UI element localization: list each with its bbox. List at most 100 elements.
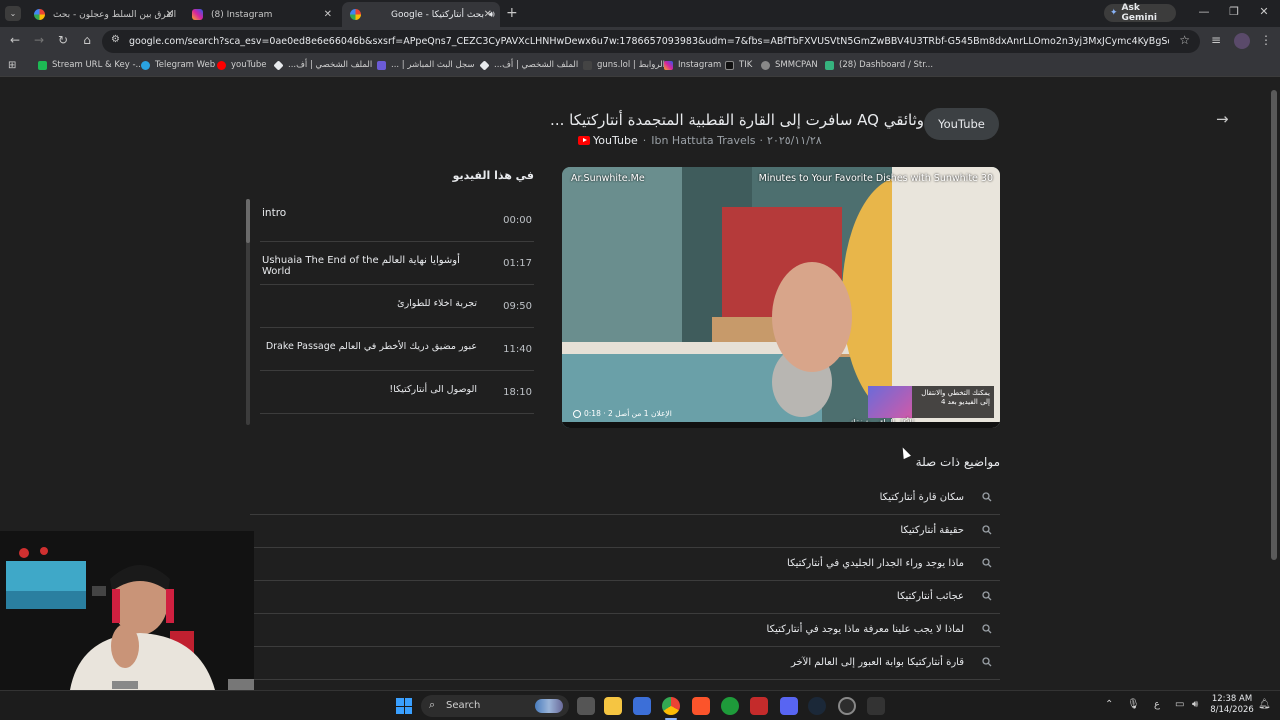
bookmark-10[interactable]: (28) Dashboard / Str... xyxy=(825,60,933,70)
discord-icon[interactable] xyxy=(780,697,798,715)
notification-bell-icon[interactable]: 🔔︎ xyxy=(1258,699,1271,710)
search-icon xyxy=(982,657,992,667)
bookmark-7[interactable]: Instagram xyxy=(664,60,721,70)
forward-icon[interactable]: → xyxy=(31,33,47,47)
reload-icon[interactable]: ↻ xyxy=(55,33,71,47)
chapter-item[interactable]: intro 00:00 xyxy=(260,199,534,242)
related-text: لماذا لا يجب علينا معرفة ماذا يوجد في أن… xyxy=(766,624,964,635)
info-icon xyxy=(573,409,581,418)
arrow-right-icon[interactable]: → xyxy=(1216,110,1229,128)
page-scrollbar[interactable] xyxy=(1271,90,1277,560)
task-view-icon[interactable] xyxy=(577,697,595,715)
chrome-icon[interactable] xyxy=(662,697,680,715)
bookmark-9[interactable]: SMMCPAN xyxy=(761,60,818,70)
recorder-icon[interactable] xyxy=(750,697,768,715)
url-text[interactable]: google.com/search?sca_esv=0ae0ed8e6e6604… xyxy=(129,36,1169,47)
related-item[interactable]: ماذا يوجد وراء الجدار الجليدي في أنتاركت… xyxy=(250,548,1000,581)
chapter-item[interactable]: تجربة اخلاء للطوارئ 09:50 xyxy=(260,285,534,328)
chapter-item[interactable]: أوشوايا نهاية العالم Ushuaia The End of … xyxy=(260,242,534,285)
windows-start-icon[interactable] xyxy=(396,698,412,714)
minimize-icon[interactable]: — xyxy=(1194,5,1214,18)
close-icon[interactable]: ✕ xyxy=(324,9,332,20)
video-player[interactable]: Ar.Sunwhite.Me Minutes to Your Favorite … xyxy=(562,167,1000,428)
chapters-scrollbar[interactable] xyxy=(246,199,250,425)
taskbar-search[interactable]: ⌕ Search xyxy=(421,695,569,717)
close-window-icon[interactable]: ✕ xyxy=(1254,5,1274,18)
bookmark-label: SMMCPAN xyxy=(775,60,818,70)
chapter-time: 00:00 xyxy=(503,215,532,226)
chevron-up-icon[interactable]: ⌃ xyxy=(1105,699,1113,710)
bookmark-label: سجل البث المباشر | ... xyxy=(391,60,475,70)
bookmark-4[interactable]: سجل البث المباشر | ... xyxy=(377,60,475,70)
file-explorer-icon[interactable] xyxy=(604,697,622,715)
youtube-icon xyxy=(217,60,226,70)
bookmark-1[interactable]: Telegram Web xyxy=(141,60,215,70)
clock[interactable]: 12:38 AM 8/14/2026 xyxy=(1209,694,1255,716)
chapter-time: 18:10 xyxy=(503,387,532,398)
ask-gemini-button[interactable]: ✦ Ask Gemini xyxy=(1104,3,1176,23)
video-title[interactable]: وثائقي AQ سافرت إلى القارة القطبية المتج… xyxy=(550,111,924,129)
tab-1[interactable]: (8) Instagram ✕ xyxy=(184,2,340,27)
youtube-button[interactable]: YouTube xyxy=(924,108,999,140)
steam-icon[interactable] xyxy=(808,697,826,715)
menu-icon[interactable]: ⋮ xyxy=(1258,33,1274,47)
player-progress[interactable] xyxy=(562,422,1000,428)
home-icon[interactable]: ⌂ xyxy=(79,33,95,47)
next-video-thumbnail xyxy=(868,386,912,418)
bookmark-star-icon[interactable]: ☆ xyxy=(1179,33,1190,47)
microphone-icon[interactable]: 🎙︎ xyxy=(1127,699,1140,710)
chapter-time: 09:50 xyxy=(503,301,532,312)
chapter-item[interactable]: الوصول الى أنتاركتيكا! 18:10 xyxy=(260,371,534,414)
store-icon[interactable] xyxy=(633,697,651,715)
scrollbar-thumb[interactable] xyxy=(246,199,250,243)
new-tab-button[interactable]: + xyxy=(506,5,518,21)
volume-icon[interactable]: 🔊︎ xyxy=(1192,699,1198,710)
related-item[interactable]: عجائب أنتاركتيكا xyxy=(250,581,1000,614)
bookmark-0[interactable]: Stream URL & Key -... xyxy=(38,60,144,70)
tab-list-chevron-icon[interactable]: ⌄ xyxy=(5,6,21,21)
maximize-icon[interactable]: ❐ xyxy=(1224,5,1244,18)
toolbar: ← → ↻ ⌂ ⚙ google.com/search?sca_esv=0ae0… xyxy=(0,27,1280,56)
ad-info[interactable]: الإعلان 1 من أصل 2 · 0:18 xyxy=(573,409,672,418)
skip-ad-panel[interactable]: يمكنك التخطي والانتقال إلى الفيديو بعد 4 xyxy=(868,386,994,418)
clock-date: 8/14/2026 xyxy=(1210,705,1254,716)
search-icon xyxy=(982,624,992,634)
related-text: قارة أنتاركتيكا بوابة العبور إلى العالم … xyxy=(790,657,964,668)
bookmark-8[interactable]: TIK xyxy=(725,60,752,70)
address-bar[interactable]: ⚙ google.com/search?sca_esv=0ae0ed8e6e66… xyxy=(102,30,1200,53)
network-icon[interactable]: ▭ xyxy=(1175,699,1184,710)
related-item[interactable]: حقيقة أنتاركتيكا xyxy=(250,515,1000,548)
chapter-title: تجربة اخلاء للطوارئ xyxy=(397,298,477,309)
bookmark-2[interactable]: youTube xyxy=(217,60,267,70)
ad-headline[interactable]: Minutes to Your Favorite Dishes with Sun… xyxy=(759,173,993,184)
dashboard-icon xyxy=(825,60,834,70)
epic-games-icon[interactable] xyxy=(867,697,885,715)
related-item[interactable]: سكان قارة أنتاركتيكا xyxy=(250,482,1000,515)
ask-gemini-label: Ask Gemini xyxy=(1121,3,1157,23)
xbox-icon[interactable] xyxy=(721,697,739,715)
related-text: حقيقة أنتاركتيكا xyxy=(900,525,964,536)
bookmark-label: Stream URL & Key -... xyxy=(52,60,144,70)
related-item[interactable]: قارة أنتاركتيكا بوابة العبور إلى العالم … xyxy=(250,647,1000,680)
tab-2-active[interactable]: Google - بحث أنتاركتيكا 🔊︎ ✕ xyxy=(342,2,500,27)
brave-icon[interactable] xyxy=(692,697,710,715)
media-controls-icon[interactable]: ≡ xyxy=(1208,33,1224,47)
bookmark-6[interactable]: guns.lol | الروابط xyxy=(583,60,665,70)
apps-grid-icon[interactable]: ⊞ xyxy=(8,60,16,71)
bookmark-3[interactable]: الملف الشخصي | أف... xyxy=(273,59,372,71)
language-indicator[interactable]: ع xyxy=(1154,699,1160,710)
profile-avatar[interactable] xyxy=(1234,33,1250,49)
video-channel[interactable]: Ibn Hattuta Travels xyxy=(651,134,755,147)
back-icon[interactable]: ← xyxy=(7,33,23,47)
close-icon[interactable]: ✕ xyxy=(166,9,174,20)
tab-0[interactable]: الفرق بين السلط وعجلون - بحث ✕ xyxy=(26,2,182,27)
chapter-item[interactable]: عبور مضيق دريك الأخطر في العالم Drake Pa… xyxy=(260,328,534,371)
site-info-icon[interactable]: ⚙ xyxy=(111,34,120,45)
bookmark-label: (28) Dashboard / Str... xyxy=(839,60,934,70)
related-item[interactable]: لماذا لا يجب علينا معرفة ماذا يوجد في أن… xyxy=(250,614,1000,647)
close-icon[interactable]: ✕ xyxy=(484,9,492,20)
video-source: YouTube xyxy=(593,134,638,147)
ad-advertiser[interactable]: Ar.Sunwhite.Me xyxy=(571,173,645,184)
obs-icon[interactable] xyxy=(838,697,856,715)
bookmark-5[interactable]: الملف الشخصي | أف... xyxy=(479,59,578,71)
